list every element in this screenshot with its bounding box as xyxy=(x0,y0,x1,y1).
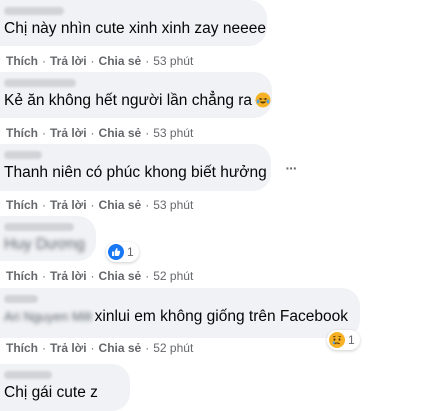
like-link[interactable]: Thích xyxy=(6,126,38,140)
comment-text: Thanh niên có phúc khong biết hưởng xyxy=(4,164,267,181)
comment-author[interactable] xyxy=(4,7,64,15)
comment-actions: Thích · Trả lời · Chia sẻ · 53 phút xyxy=(6,126,194,140)
comment-text: Kẻ ăn không hết người lần chẳng ra xyxy=(4,91,271,114)
share-link[interactable]: Chia sẻ xyxy=(99,54,142,68)
comment-actions: Thích · Trả lời · Chia sẻ · 53 phút xyxy=(6,198,194,212)
comment-author[interactable] xyxy=(4,371,52,379)
like-link[interactable]: Thích xyxy=(6,341,38,355)
reaction-badge[interactable]: 1 xyxy=(327,330,360,350)
comment-bubble: Kẻ ăn không hết người lần chẳng ra xyxy=(0,72,272,118)
reply-link[interactable]: Trả lời xyxy=(50,54,87,68)
comment-author[interactable] xyxy=(4,295,38,303)
like-link[interactable]: Thích xyxy=(6,269,38,283)
reply-link[interactable]: Trả lời xyxy=(50,341,87,355)
comment-bubble: Chị gái cute z xyxy=(0,364,130,411)
share-link[interactable]: Chia sẻ xyxy=(99,341,142,355)
mention-link[interactable]: Huy Dương xyxy=(4,235,85,255)
share-link[interactable]: Chia sẻ xyxy=(99,269,142,283)
sad-reaction-icon xyxy=(329,332,345,348)
timestamp[interactable]: 53 phút xyxy=(153,54,193,68)
reaction-badge[interactable]: 1 xyxy=(106,242,139,262)
reply-link[interactable]: Trả lời xyxy=(50,126,87,140)
comment-bubble: Ari Nguyen Miltn xinlui em không giống t… xyxy=(0,288,360,338)
comment-bubble: Huy Dương xyxy=(0,216,96,261)
comment-bubble: Thanh niên có phúc khong biết hưởng xyxy=(0,144,271,191)
like-link[interactable]: Thích xyxy=(6,198,38,212)
comment-actions: Thích · Trả lời · Chia sẻ · 52 phút xyxy=(6,341,194,355)
like-reaction-icon xyxy=(108,244,124,260)
comment-text: xinlui em không giống trên Facebook xyxy=(94,308,348,325)
reply-link[interactable]: Trả lời xyxy=(50,269,87,283)
timestamp[interactable]: 53 phút xyxy=(153,198,193,212)
comment-actions: Thích · Trả lời · Chia sẻ · 53 phút xyxy=(6,54,194,68)
like-link[interactable]: Thích xyxy=(6,54,38,68)
comment-text: Chị gái cute z xyxy=(4,384,98,401)
crying-laughing-emoji-icon xyxy=(255,92,271,114)
reply-link[interactable]: Trả lời xyxy=(50,198,87,212)
share-link[interactable]: Chia sẻ xyxy=(99,126,142,140)
comment-author[interactable] xyxy=(4,151,42,159)
comment-author[interactable] xyxy=(4,223,74,231)
comment-text: Chị này nhìn cute xinh xinh zay neeee xyxy=(4,20,266,37)
comment-author[interactable] xyxy=(4,79,76,87)
timestamp[interactable]: 52 phút xyxy=(153,269,193,283)
reaction-count: 1 xyxy=(127,245,134,259)
comment-bubble: Chị này nhìn cute xinh xinh zay neeee xyxy=(0,0,267,46)
reaction-count: 1 xyxy=(348,333,355,347)
timestamp[interactable]: 53 phút xyxy=(153,126,193,140)
comment-actions: Thích · Trả lời · Chia sẻ · 52 phút xyxy=(6,269,194,283)
timestamp[interactable]: 52 phút xyxy=(153,341,193,355)
ellipsis-icon: ··· xyxy=(285,160,298,176)
mention-link[interactable]: Ari Nguyen Miltn xyxy=(4,307,91,327)
share-link[interactable]: Chia sẻ xyxy=(99,198,142,212)
more-options-button[interactable]: ··· xyxy=(279,156,303,180)
